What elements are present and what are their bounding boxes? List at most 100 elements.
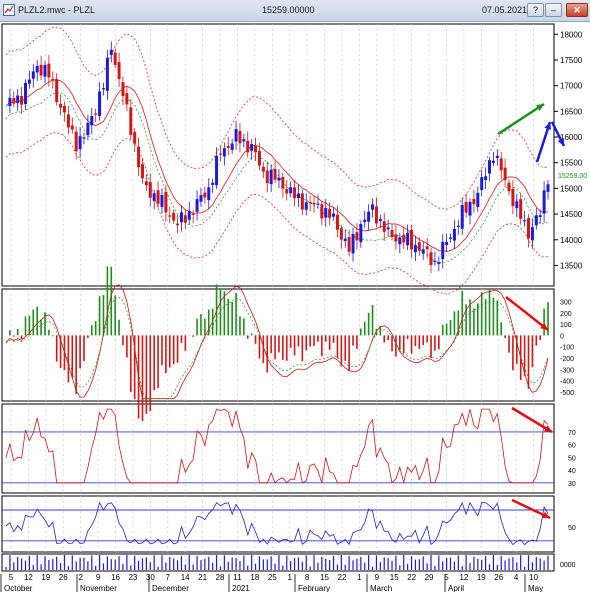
date-tick-label: 22 bbox=[338, 573, 347, 582]
candle-body bbox=[328, 208, 332, 218]
candle-body bbox=[269, 169, 273, 185]
price-tick-label: 18000 bbox=[560, 30, 583, 39]
candle-body bbox=[382, 221, 386, 232]
candle-body bbox=[484, 176, 488, 180]
candle-body bbox=[16, 95, 20, 104]
candle-body bbox=[289, 187, 293, 194]
candle-body bbox=[367, 211, 371, 222]
candle-body bbox=[460, 205, 464, 229]
candle-body bbox=[187, 211, 191, 220]
candle-body bbox=[488, 160, 492, 174]
candle-body bbox=[402, 234, 406, 243]
candle-body bbox=[425, 246, 429, 250]
candle-body bbox=[534, 215, 538, 226]
candle-body bbox=[82, 137, 86, 139]
rsi-tick-label: 30 bbox=[568, 481, 576, 488]
candle-body bbox=[43, 65, 47, 77]
candle-body bbox=[74, 131, 78, 152]
candle-body bbox=[101, 88, 105, 90]
date-tick-label: 23 bbox=[128, 573, 137, 582]
candle-body bbox=[355, 232, 359, 241]
date-tick-label: 14 bbox=[181, 573, 190, 582]
candle-body bbox=[242, 139, 246, 142]
candle-body bbox=[386, 227, 390, 230]
candle-body bbox=[20, 95, 24, 105]
date-tick-label: 12 bbox=[459, 573, 468, 582]
rsi-tick-label: 50 bbox=[568, 455, 576, 462]
chart-area[interactable]: 5 12 19 26 2 9 16 23 30 7 14 21 28 11 18 25 1 8 15 22 1 9 15 22… bbox=[0, 22, 590, 592]
rsi-tick-label: 40 bbox=[568, 468, 576, 475]
candle-body bbox=[480, 177, 484, 191]
price-axis: 1800017500170001650016000155001500014500… bbox=[554, 30, 587, 270]
date-tick-label: 26 bbox=[59, 573, 68, 582]
last-price-label: 15259.00 bbox=[558, 173, 587, 180]
candle-body bbox=[160, 195, 164, 207]
panel-vol bbox=[1, 553, 555, 572]
candle-body bbox=[203, 192, 207, 198]
date-tick-label: 1 bbox=[357, 573, 362, 582]
candle-body bbox=[215, 155, 219, 186]
candle-body bbox=[515, 201, 519, 209]
candle-body bbox=[90, 116, 94, 126]
candle-body bbox=[148, 182, 152, 198]
candle-body bbox=[117, 61, 121, 80]
candle-body bbox=[121, 82, 125, 97]
date-tick-label: 15 bbox=[320, 573, 329, 582]
candle-body bbox=[464, 202, 468, 213]
candle-body bbox=[371, 204, 375, 210]
candle-body bbox=[378, 218, 382, 222]
candle-body bbox=[254, 145, 258, 153]
candle-body bbox=[27, 79, 31, 84]
rsi-tick-label: 70 bbox=[568, 430, 576, 437]
date-tick-label: 4 bbox=[514, 573, 519, 582]
candle-body bbox=[70, 125, 74, 130]
price-tick-label: 17000 bbox=[560, 82, 583, 91]
candle-body bbox=[226, 146, 230, 148]
candle-body bbox=[140, 164, 144, 179]
candle-body bbox=[410, 229, 414, 250]
minimize-button[interactable]: – bbox=[545, 3, 562, 17]
panel-macd bbox=[1, 288, 555, 402]
candle-body bbox=[456, 225, 460, 227]
help-button[interactable]: ? bbox=[527, 3, 544, 17]
candle-body bbox=[234, 129, 238, 142]
candle-body bbox=[129, 107, 133, 135]
candle-body bbox=[168, 215, 172, 217]
candle-body bbox=[285, 189, 289, 194]
month-label: November bbox=[80, 584, 117, 592]
current-price: 15259.00000 bbox=[262, 5, 315, 15]
candle-body bbox=[222, 148, 226, 157]
candle-body bbox=[499, 158, 503, 171]
candle-body bbox=[113, 52, 117, 65]
candle-body bbox=[530, 227, 534, 241]
date-tick-label: 16 bbox=[111, 573, 120, 582]
date-tick-label: 29 bbox=[425, 573, 434, 582]
close-button[interactable]: ✕ bbox=[566, 3, 588, 17]
date-tick-label: 12 bbox=[24, 573, 33, 582]
candle-body bbox=[144, 181, 148, 186]
candle-body bbox=[308, 202, 312, 204]
candle-body bbox=[316, 203, 320, 205]
candle-body bbox=[179, 212, 183, 223]
candle-body bbox=[273, 168, 277, 180]
price-tick-label: 14000 bbox=[560, 236, 583, 245]
candle-body bbox=[335, 214, 339, 230]
candle-body bbox=[195, 199, 199, 212]
candle-body bbox=[94, 113, 98, 115]
date-tick-label: 19 bbox=[41, 573, 50, 582]
macd-tick-label: -100 bbox=[560, 345, 574, 352]
candle-body bbox=[476, 192, 480, 208]
candle-body bbox=[527, 218, 531, 239]
candle-body bbox=[183, 215, 187, 223]
candle-body bbox=[105, 57, 109, 91]
candle-body bbox=[137, 146, 141, 168]
candle-body bbox=[281, 176, 285, 189]
macd-tick-label: -400 bbox=[560, 379, 574, 386]
date-tick-label: 28 bbox=[216, 573, 225, 582]
candle-body bbox=[441, 241, 445, 260]
date-tick-label: 15 bbox=[390, 573, 399, 582]
candle-body bbox=[359, 224, 363, 243]
candle-body bbox=[51, 78, 55, 81]
date-axis: 5 12 19 26 2 9 16 23 30 7 14 21 28 11 18 25 1 8 15 22 1 9 15 22… bbox=[0, 573, 543, 592]
candle-body bbox=[59, 103, 63, 108]
